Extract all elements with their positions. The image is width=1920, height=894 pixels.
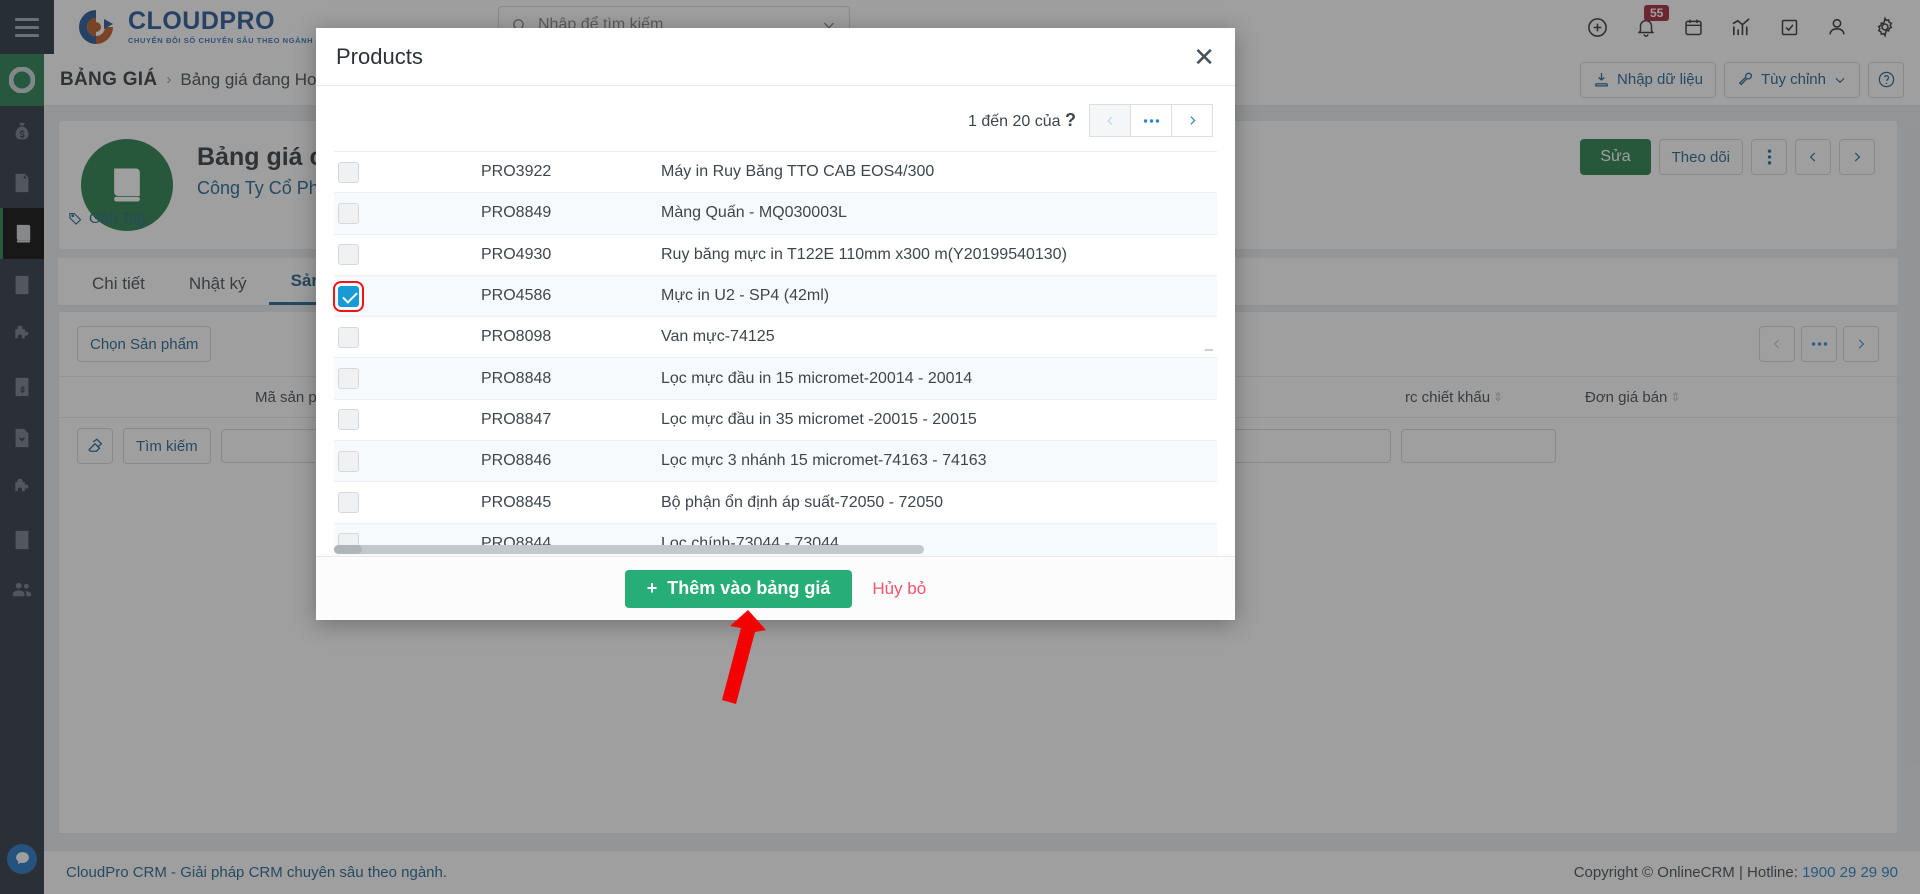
modal-prev-button[interactable]: ‹ (1089, 104, 1131, 137)
pagination-range: 1 đến 20 của (968, 113, 1061, 130)
modal-more-button[interactable] (1130, 104, 1172, 137)
horizontal-scrollbar[interactable] (334, 545, 924, 554)
product-code: PRO8847 (481, 410, 552, 428)
product-name: Mực in U2 - SP4 (42ml) (661, 287, 830, 305)
product-code: PRO8848 (481, 369, 552, 387)
modal-next-button[interactable] (1171, 104, 1213, 137)
product-name: Ruy băng mực in T122E 110mm x300 m(Y2019… (661, 245, 1067, 263)
product-list: PRO3922 Máy in Ruy Băng TTO CAB EOS4/300 P… (333, 151, 1217, 556)
plus-icon: + (646, 578, 658, 598)
modal-pagination: 1 đến 20 của ? ‹ (316, 86, 1235, 151)
product-code: PRO8846 (481, 452, 552, 470)
modal-header: Products ✕ (316, 28, 1235, 86)
close-icon[interactable]: ✕ (1193, 44, 1215, 70)
product-code: PRO8098 (481, 328, 552, 346)
product-checkbox[interactable] (338, 368, 359, 390)
modal-footer: + Thêm vào bảng giá Hủy bỏ (316, 556, 1235, 620)
product-row[interactable]: PRO4930 Ruy băng mực in T122E 110mm x300 … (334, 235, 1217, 276)
product-name: Bộ phận ổn định áp suất-72050 - 72050 (661, 493, 944, 511)
product-name: Màng Quấn - MQ030003L (661, 204, 847, 222)
product-code: PRO4930 (481, 245, 552, 263)
modal-body: 1 đến 20 của ? ‹ PRO3922 Máy in Ruy Băng … (316, 86, 1235, 556)
product-row[interactable]: PRO8848 Lọc mực đầu in 15 micromet-20014 … (334, 358, 1217, 400)
product-checkbox[interactable] (338, 409, 359, 431)
modal-title: Products (336, 43, 423, 69)
ellipsis-icon (1143, 118, 1159, 123)
add-to-price-list-button[interactable]: + Thêm vào bảng giá (624, 569, 853, 608)
product-checkbox-checked[interactable] (333, 280, 364, 312)
product-row[interactable]: PRO4586 Mực in U2 - SP4 (42ml) (333, 275, 1217, 318)
product-name: Lọc mực 3 nhánh 15 micromet-74163 - 7416… (661, 452, 987, 470)
add-button-label: Thêm vào bảng giá (667, 578, 831, 598)
product-checkbox[interactable] (338, 202, 359, 224)
product-checkbox[interactable] (338, 326, 359, 348)
cancel-button[interactable]: Hủy bỏ (872, 579, 926, 599)
product-checkbox[interactable] (338, 492, 359, 514)
product-row[interactable]: PRO8098 Van mực-74125 (334, 317, 1217, 359)
product-checkbox[interactable] (338, 244, 359, 266)
product-checkbox[interactable] (338, 450, 359, 472)
annotation-arrow (700, 608, 770, 708)
chevron-right-icon (1189, 116, 1196, 125)
app-root: CLOUDPRO CHUYỂN ĐỔI SỐ CHUYÊN SÂU THEO N… (0, 0, 1920, 894)
products-modal: Products ✕ 1 đến 20 của ? ‹ PRO3922 Máy i… (316, 28, 1235, 620)
product-code: PRO8849 (481, 204, 552, 222)
product-name: Lọc mực đầu in 35 micromet -20015 - 2001… (661, 410, 977, 428)
product-list-wrapper: PRO3922 Máy in Ruy Băng TTO CAB EOS4/300 P… (316, 151, 1235, 556)
product-name: Máy in Ruy Băng TTO CAB EOS4/300 (661, 163, 935, 181)
row-collapse-icon: – (1204, 341, 1213, 358)
product-name: Lọc mực đầu in 15 micromet-20014 - 20014 (661, 369, 973, 387)
pagination-total: ? (1065, 110, 1076, 130)
product-row[interactable]: PRO8845 Bộ phận ổn định áp suất-72050 - 7… (334, 482, 1217, 524)
product-row[interactable]: PRO8849 Màng Quấn - MQ030003L (334, 193, 1217, 235)
product-code: PRO4586 (481, 287, 552, 305)
product-code: PRO3922 (481, 163, 552, 181)
product-checkbox[interactable] (338, 161, 359, 183)
product-code: PRO8845 (481, 493, 552, 511)
product-name: Van mực-74125 (661, 328, 775, 346)
product-row[interactable]: PRO3922 Máy in Ruy Băng TTO CAB EOS4/300 (334, 152, 1217, 194)
product-row[interactable]: PRO8846 Lọc mực 3 nhánh 15 micromet-74163… (334, 441, 1217, 483)
pagination-label: 1 đến 20 của ? (968, 110, 1076, 131)
product-row[interactable]: PRO8847 Lọc mực đầu in 35 micromet -20015… (334, 400, 1217, 442)
